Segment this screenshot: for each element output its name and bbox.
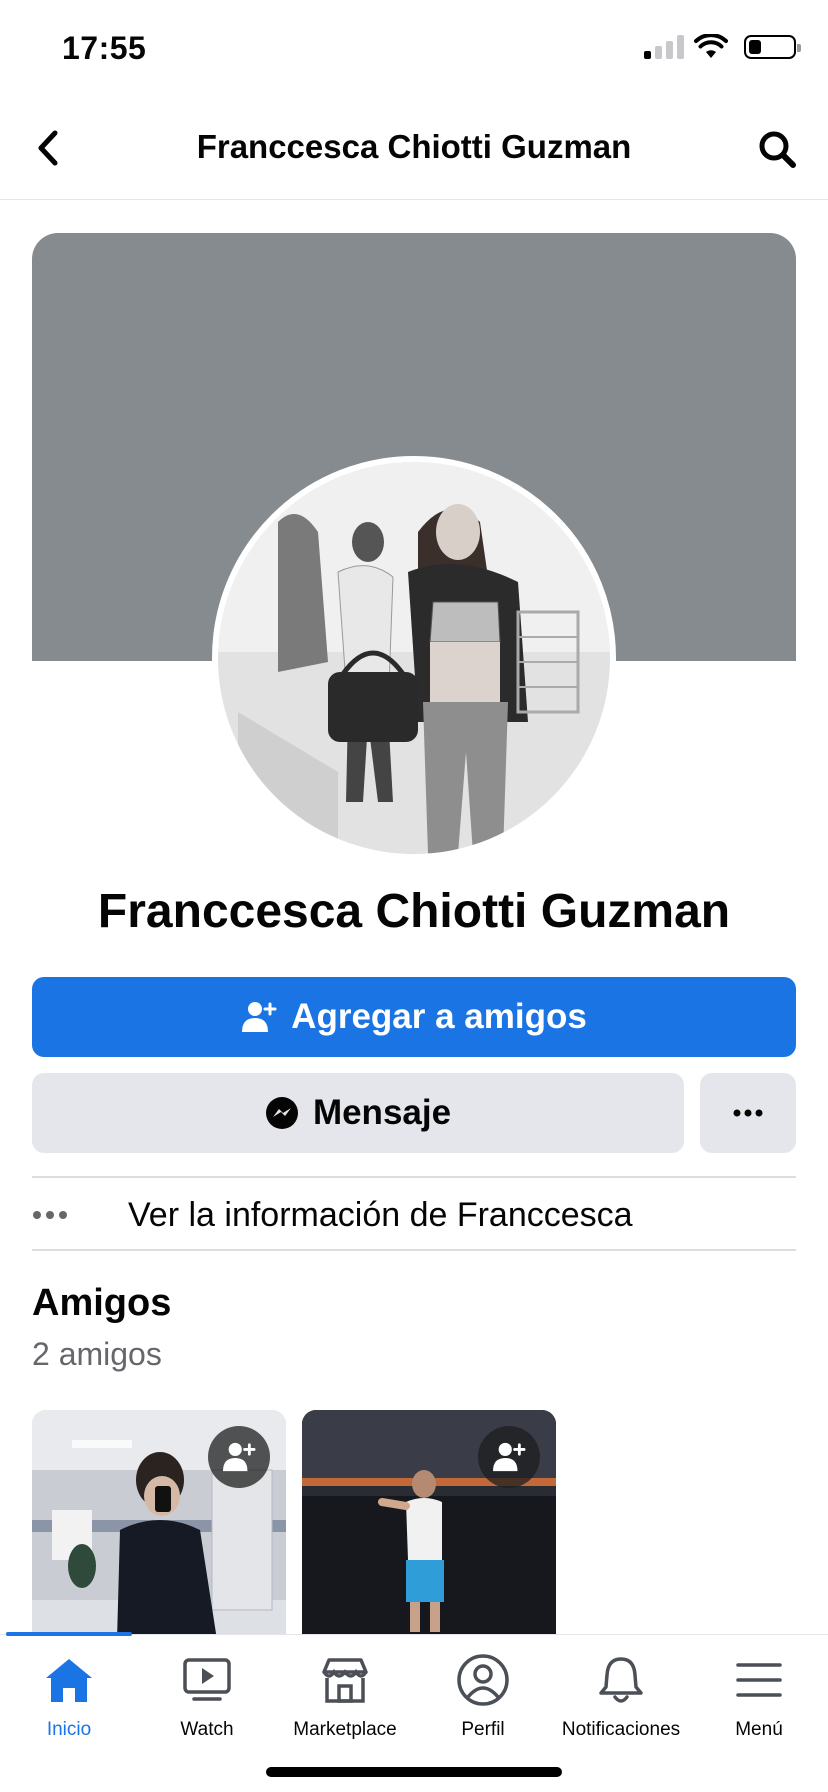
nav-item-watch[interactable]: Watch [138, 1645, 276, 1741]
profile-name: Franccesca Chiotti Guzman [97, 885, 731, 938]
nav-label: Watch [180, 1719, 234, 1740]
nav-item-marketplace[interactable]: Marketplace [276, 1645, 414, 1741]
top-header: Franccesca Chiotti Guzman [0, 96, 828, 200]
message-label: Mensaje [312, 1093, 452, 1132]
search-button[interactable] [752, 124, 802, 174]
more-dots-icon [33, 1211, 67, 1219]
status-time: 17:55 [62, 30, 147, 66]
nav-label: Inicio [46, 1719, 92, 1740]
see-info-row[interactable]: Ver la información de Franccesca [32, 1180, 796, 1250]
friend-card[interactable] [32, 1410, 286, 1640]
add-friend-label: Agregar a amigos [291, 997, 587, 1036]
friends-section-title[interactable]: Amigos [32, 1282, 171, 1325]
friend-add-button[interactable] [478, 1426, 540, 1488]
cellular-signal-icon [644, 35, 684, 59]
home-indicator [266, 1767, 562, 1777]
status-icons [644, 34, 801, 60]
see-info-label: Ver la información de Franccesca [128, 1195, 633, 1234]
profile-photo [218, 462, 610, 854]
profile-icon [457, 1654, 509, 1706]
bell-icon [599, 1657, 643, 1703]
friend-card[interactable] [302, 1410, 556, 1640]
battery-icon [744, 35, 801, 59]
nav-label: Perfil [461, 1719, 505, 1740]
nav-item-notificaciones[interactable]: Notificaciones [552, 1645, 690, 1741]
nav-label: Notificaciones [561, 1719, 681, 1740]
more-options-button[interactable] [700, 1073, 796, 1153]
divider [32, 1249, 796, 1251]
profile-avatar[interactable] [212, 456, 616, 860]
messenger-icon [265, 1097, 298, 1129]
menu-icon [736, 1663, 782, 1697]
nav-label: Marketplace [293, 1719, 397, 1740]
active-tab-indicator [6, 1632, 132, 1636]
marketplace-icon [322, 1658, 368, 1703]
add-friend-icon [223, 1442, 256, 1472]
friend-add-button[interactable] [208, 1426, 270, 1488]
add-friend-button[interactable]: Agregar a amigos [32, 977, 796, 1057]
add-friend-icon [242, 1002, 277, 1032]
nav-item-inicio[interactable]: Inicio [0, 1645, 138, 1741]
status-bar: 17:55 [0, 0, 828, 96]
add-friend-icon [493, 1442, 526, 1472]
nav-label: Menú [735, 1719, 783, 1740]
nav-item-perfil[interactable]: Perfil [414, 1645, 552, 1741]
nav-item-menu[interactable]: Menú [690, 1645, 828, 1741]
more-horizontal-icon [733, 1109, 763, 1117]
wifi-icon [694, 34, 728, 58]
friends-count: 2 amigos [32, 1336, 162, 1372]
search-icon [759, 131, 796, 168]
divider [32, 1176, 796, 1178]
page-title: Franccesca Chiotti Guzman [196, 128, 632, 165]
watch-icon [183, 1658, 231, 1701]
home-icon [46, 1659, 92, 1702]
message-button[interactable]: Mensaje [32, 1073, 684, 1153]
